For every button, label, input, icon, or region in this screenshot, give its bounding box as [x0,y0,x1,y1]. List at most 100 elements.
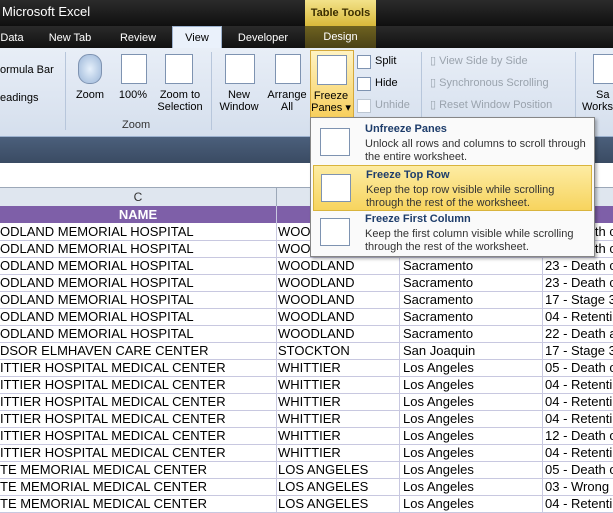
table-cell[interactable]: ODLAND MEMORIAL HOSPITAL [0,325,274,342]
view-side-by-side-label: View Side by Side [439,55,528,67]
table-cell[interactable]: Los Angeles [403,495,541,512]
table-row: TE MEMORIAL MEDICAL CENTER LOS ANGELES Los… [0,461,613,479]
table-cell[interactable]: Los Angeles [403,461,541,478]
table-cell[interactable]: Sacramento [403,257,541,274]
table-cell[interactable]: ITTIER HOSPITAL MEDICAL CENTER [0,444,274,461]
table-cell[interactable]: 04 - Retenti [545,393,613,410]
table-cell[interactable]: WHITTIER [278,410,396,427]
table-cell[interactable]: TE MEMORIAL MEDICAL CENTER [0,495,274,512]
table-cell[interactable]: Sacramento [403,308,541,325]
table-cell[interactable]: DSOR ELMHAVEN CARE CENTER [0,342,274,359]
tab-review[interactable]: Review [112,28,164,48]
table-cell[interactable]: Los Angeles [403,427,541,444]
table-cell[interactable]: ODLAND MEMORIAL HOSPITAL [0,240,274,257]
zoom-button[interactable]: Zoom [72,89,108,101]
table-cell[interactable]: San Joaquin [403,342,541,359]
table-cell[interactable]: WOODLAND [278,308,396,325]
view-side-by-side-button[interactable]: ▯ View Side by Side [430,54,528,68]
unhide-button[interactable]: Unhide [375,98,410,112]
name-header-cell[interactable]: NAME [0,206,276,223]
table-cell[interactable]: ITTIER HOSPITAL MEDICAL CENTER [0,427,274,444]
table-cell[interactable]: ODLAND MEMORIAL HOSPITAL [0,257,274,274]
table-cell[interactable]: LOS ANGELES [278,478,396,495]
hide-button[interactable]: Hide [375,76,398,90]
menu-item-unfreeze-panes[interactable]: Unfreeze Panes Unlock all rows and colum… [313,120,590,164]
freeze-panes-menu: Unfreeze Panes Unlock all rows and colum… [310,117,595,257]
table-cell[interactable]: LOS ANGELES [278,461,396,478]
table-cell[interactable]: Los Angeles [403,359,541,376]
table-row: ITTIER HOSPITAL MEDICAL CENTER WHITTIER Lo… [0,376,613,394]
reset-window-position-label: Reset Window Position [439,99,553,111]
table-cell[interactable]: ITTIER HOSPITAL MEDICAL CENTER [0,359,274,376]
table-cell[interactable]: WOODLAND [278,291,396,308]
table-cell[interactable]: WOODLAND [278,274,396,291]
tab-view[interactable]: View [172,26,222,49]
menu-item-freeze-first-column[interactable]: Freeze First Column Keep the first colum… [313,210,590,254]
table-cell[interactable]: 22 - Death a [545,325,613,342]
arrange-all-button[interactable]: Arrange All [264,89,310,113]
tab-data[interactable]: Data [0,28,24,48]
table-cell[interactable]: 17 - Stage 3 [545,342,613,359]
table-cell[interactable]: WHITTIER [278,393,396,410]
column-header-c[interactable]: C [0,188,276,206]
table-cell[interactable]: WHITTIER [278,444,396,461]
table-cell[interactable]: STOCKTON [278,342,396,359]
table-cell[interactable]: Sacramento [403,274,541,291]
synchronous-scrolling-button[interactable]: ▯ Synchronous Scrolling [430,76,549,90]
table-cell[interactable]: 04 - Retenti [545,410,613,427]
table-cell[interactable]: 05 - Death o [545,359,613,376]
table-cell[interactable]: Los Angeles [403,478,541,495]
table-cell[interactable]: 17 - Stage 3 [545,291,613,308]
table-cell[interactable]: WHITTIER [278,376,396,393]
headings-checkbox[interactable]: eadings [0,91,39,105]
new-window-button[interactable]: New Window [214,89,264,113]
table-cell[interactable]: WHITTIER [278,427,396,444]
table-cell[interactable]: WOODLAND [278,257,396,274]
table-cell[interactable]: ODLAND MEMORIAL HOSPITAL [0,223,274,240]
table-cell[interactable]: Los Angeles [403,393,541,410]
table-cell[interactable]: ITTIER HOSPITAL MEDICAL CENTER [0,410,274,427]
table-cell[interactable]: Los Angeles [403,376,541,393]
table-row: ODLAND MEMORIAL HOSPITALWOODLAND Sacramen… [0,274,613,292]
zoom-100-button[interactable]: 100% [116,89,150,101]
table-cell[interactable]: Los Angeles [403,444,541,461]
table-cell[interactable]: ODLAND MEMORIAL HOSPITAL [0,291,274,308]
table-cell[interactable]: ODLAND MEMORIAL HOSPITAL [0,308,274,325]
table-cell[interactable]: 03 - Wrong [545,478,613,495]
table-cell[interactable]: ODLAND MEMORIAL HOSPITAL [0,274,274,291]
zoom-to-selection-button[interactable]: Zoom to Selection [154,89,206,113]
table-cell[interactable]: ITTIER HOSPITAL MEDICAL CENTER [0,376,274,393]
table-cell[interactable]: ITTIER HOSPITAL MEDICAL CENTER [0,393,274,410]
tab-developer[interactable]: Developer [230,28,296,48]
table-cell[interactable]: 23 - Death c [545,257,613,274]
table-cell[interactable]: 04 - Retenti [545,308,613,325]
table-cell[interactable]: Sacramento [403,325,541,342]
formula-bar-checkbox[interactable]: ormula Bar [0,63,54,77]
zoom-selection-icon [165,54,193,84]
table-cell[interactable]: LOS ANGELES [278,495,396,512]
zoom-group-label: Zoom [122,119,151,131]
split-button[interactable]: Split [375,54,396,68]
table-cell[interactable]: TE MEMORIAL MEDICAL CENTER [0,478,274,495]
table-cell[interactable]: WHITTIER [278,359,396,376]
save-workspace-button[interactable]: Sa Works [582,89,613,113]
table-cell[interactable]: 23 - Death c [545,274,613,291]
new-window-line1: New [227,89,250,101]
table-cell[interactable]: Sacramento [403,291,541,308]
tab-design[interactable]: Design [305,26,376,48]
table-cell[interactable]: 04 - Retenti [545,376,613,393]
menu-item-freeze-top-row[interactable]: Freeze Top Row Keep the top row visible … [313,165,592,211]
table-cell[interactable]: TE MEMORIAL MEDICAL CENTER [0,461,274,478]
table-cell[interactable]: Los Angeles [403,410,541,427]
table-cell[interactable]: 04 - Retenti [545,444,613,461]
unfreeze-panes-icon [320,128,350,156]
table-cell[interactable]: 12 - Death o [545,427,613,444]
table-cell[interactable]: 05 - Death o [545,461,613,478]
reset-window-position-button[interactable]: ▯ Reset Window Position [430,98,552,112]
table-cell[interactable]: 04 - Retenti [545,495,613,512]
table-cell[interactable]: WOODLAND [278,325,396,342]
arrange-all-icon [275,54,301,84]
tab-new-tab[interactable]: New Tab [42,28,98,48]
unhide-icon [357,99,371,113]
table-row: ODLAND MEMORIAL HOSPITALWOODLAND Sacramen… [0,291,613,309]
